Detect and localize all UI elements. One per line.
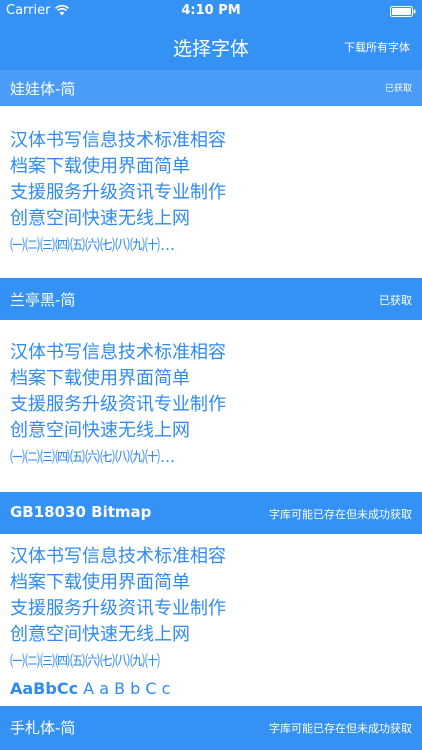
- font-header-gb18030[interactable]: GB18030 Bitmap 字库可能已存在但未成功获取: [0, 492, 422, 534]
- sample-line: 支援服务升级资讯专业制作: [10, 394, 226, 415]
- sample-line: 档案下载使用界面简单: [10, 572, 190, 593]
- status-bar: Carrier 4:10 PM: [0, 0, 422, 22]
- font-sample-wawa[interactable]: 汉体书写信息技术标准相容 档案下载使用界面简单 支援服务升级资讯专业制作 创意空…: [10, 128, 226, 258]
- top-bar: Carrier 4:10 PM 选择字体 下载所有字体: [0, 0, 422, 70]
- status-time: 4:10 PM: [181, 3, 241, 18]
- sample-line: 汉体书写信息技术标准相容: [10, 546, 226, 567]
- font-name: 兰亭黑-简: [10, 291, 76, 309]
- sample-line: 支援服务升级资讯专业制作: [10, 182, 226, 203]
- battery-icon: [390, 6, 416, 17]
- font-header-lanting[interactable]: 兰亭黑-简 已获取: [0, 278, 422, 320]
- font-header-wawa[interactable]: 娃娃体-简 已获取: [0, 70, 422, 106]
- navigation-bar: 选择字体 下载所有字体: [0, 22, 422, 70]
- latin-bold-sample: AaBbCc: [10, 679, 79, 698]
- latin-regular-sample: A a B b C c: [83, 679, 171, 698]
- sample-line: 创意空间快速无线上网: [10, 624, 190, 645]
- download-all-button[interactable]: 下载所有字体: [344, 39, 410, 55]
- font-sample-lanting[interactable]: 汉体书写信息技术标准相容 档案下载使用界面简单 支援服务升级资讯专业制作 创意空…: [10, 340, 226, 470]
- sample-line: ㈠㈡㈢㈣㈤㈥㈦㈧㈨㈩…: [10, 236, 176, 254]
- font-header-shouzha[interactable]: 手札体-简 字库可能已存在但未成功获取: [0, 706, 422, 750]
- sample-line: ㈠㈡㈢㈣㈤㈥㈦㈧㈨㈩: [10, 652, 161, 670]
- font-status: 字库可能已存在但未成功获取: [269, 508, 412, 521]
- latin-sample: AaBbCc A a B b C c: [10, 676, 226, 702]
- font-name: 娃娃体-简: [10, 80, 76, 98]
- sample-line: ㈠㈡㈢㈣㈤㈥㈦㈧㈨㈩…: [10, 448, 176, 466]
- sample-line: 支援服务升级资讯专业制作: [10, 598, 226, 619]
- sample-line: 档案下载使用界面简单: [10, 156, 190, 177]
- font-status: 已获取: [379, 294, 412, 307]
- font-name: GB18030 Bitmap: [10, 503, 152, 521]
- sample-line: 档案下载使用界面简单: [10, 368, 190, 389]
- sample-line: 创意空间快速无线上网: [10, 420, 190, 441]
- sample-line: 汉体书写信息技术标准相容: [10, 130, 226, 151]
- sample-line: 创意空间快速无线上网: [10, 208, 190, 229]
- font-name: 手札体-简: [10, 719, 76, 737]
- font-status: 已获取: [384, 84, 412, 94]
- sample-line: 汉体书写信息技术标准相容: [10, 342, 226, 363]
- font-status: 字库可能已存在但未成功获取: [269, 722, 412, 735]
- font-sample-gb18030[interactable]: 汉体书写信息技术标准相容 档案下载使用界面简单 支援服务升级资讯专业制作 创意空…: [10, 544, 226, 702]
